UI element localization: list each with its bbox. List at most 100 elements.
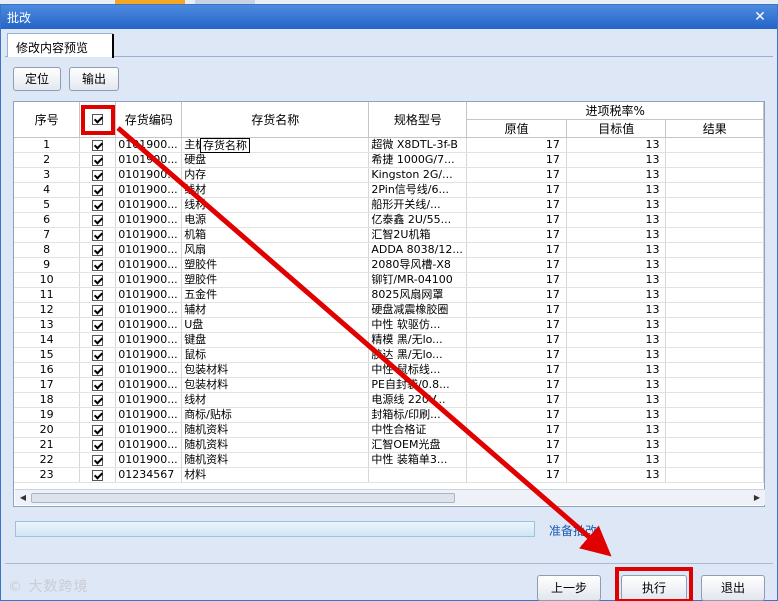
row-checkbox[interactable] — [92, 364, 104, 376]
header-name[interactable]: 存货名称 — [181, 102, 370, 138]
cell-name: 五金件 — [181, 287, 370, 303]
tab-modify-preview[interactable]: 修改内容预览 — [7, 33, 114, 58]
table-row[interactable]: 20 0101900... 随机资料 中性合格证 17 13 — [14, 422, 764, 438]
scroll-left-icon[interactable]: ◀ — [17, 492, 29, 504]
cell-select — [79, 272, 117, 288]
row-checkbox[interactable] — [92, 409, 104, 421]
row-checkbox[interactable] — [92, 439, 104, 451]
status-text: 准备批改 — [549, 524, 598, 538]
cell-target: 13 — [566, 332, 667, 348]
cell-select — [79, 137, 117, 153]
cell-result — [665, 272, 764, 288]
horizontal-scrollbar[interactable]: ◀ ▶ — [15, 489, 765, 505]
header-code[interactable]: 存货编码 — [115, 102, 183, 138]
scroll-right-icon[interactable]: ▶ — [751, 492, 763, 504]
cell-result — [665, 422, 764, 438]
cell-original: 17 — [466, 152, 567, 168]
cell-seq: 22 — [14, 452, 81, 468]
row-checkbox[interactable] — [92, 304, 104, 316]
header-select-all[interactable] — [79, 102, 117, 138]
table-row[interactable]: 12 0101900... 辅材 硬盘减震橡胶圈 17 13 — [14, 302, 764, 318]
cell-target: 13 — [566, 257, 667, 273]
header-seq[interactable]: 序号 — [14, 102, 81, 138]
table-row[interactable]: 1 0101900... 主板 超微 X8DTL-3f-B 17 13 — [14, 137, 764, 153]
cell-select — [79, 167, 117, 183]
row-checkbox[interactable] — [92, 229, 104, 241]
table-row[interactable]: 17 0101900... 包装材料 PE自封袋/0.8... 17 13 — [14, 377, 764, 393]
execute-highlight-box — [615, 567, 693, 601]
cell-target: 13 — [566, 272, 667, 288]
close-icon[interactable]: ✕ — [751, 8, 769, 26]
table-row[interactable]: 4 0101900... 线材 2Pin信号线/6... 17 13 — [14, 182, 764, 198]
row-checkbox[interactable] — [92, 454, 104, 466]
row-checkbox[interactable] — [92, 379, 104, 391]
table-row[interactable]: 23 01234567 材料 17 13 — [14, 467, 764, 483]
cell-select — [79, 242, 117, 258]
cell-select — [79, 287, 117, 303]
row-checkbox[interactable] — [92, 469, 104, 481]
row-checkbox[interactable] — [92, 394, 104, 406]
row-checkbox[interactable] — [92, 214, 104, 226]
header-spec[interactable]: 规格型号 — [368, 102, 468, 138]
watermark-logo: © 大数跨境 — [8, 579, 89, 595]
cell-result — [665, 467, 764, 483]
row-checkbox[interactable] — [92, 289, 104, 301]
table-row[interactable]: 6 0101900... 电源 亿泰鑫 2U/55... 17 13 — [14, 212, 764, 228]
scroll-thumb[interactable] — [31, 493, 455, 503]
select-all-checkbox[interactable] — [91, 113, 103, 125]
cell-original: 17 — [466, 227, 567, 243]
table-row[interactable]: 16 0101900... 包装材料 中性 鼠标线... 17 13 — [14, 362, 764, 378]
locate-button[interactable]: 定位 — [13, 67, 61, 91]
row-checkbox[interactable] — [92, 349, 104, 361]
previous-step-button[interactable]: 上一步 — [537, 575, 601, 601]
header-original[interactable]: 原值 — [466, 119, 567, 138]
cell-seq: 19 — [14, 407, 81, 423]
cell-code: 0101900... — [115, 257, 183, 273]
header-target[interactable]: 目标值 — [566, 119, 667, 138]
table-row[interactable]: 7 0101900... 机箱 汇智2U机箱 17 13 — [14, 227, 764, 243]
cell-target: 13 — [566, 182, 667, 198]
cell-result — [665, 347, 764, 363]
row-checkbox[interactable] — [92, 169, 104, 181]
exit-button[interactable]: 退出 — [701, 575, 765, 601]
table-row[interactable]: 18 0101900... 线材 电源线 220V... 17 13 — [14, 392, 764, 408]
cell-target: 13 — [566, 212, 667, 228]
table-row[interactable]: 11 0101900... 五金件 8025风扇网罩 17 13 — [14, 287, 764, 303]
row-checkbox[interactable] — [92, 184, 104, 196]
cell-target: 13 — [566, 422, 667, 438]
cell-select — [79, 227, 117, 243]
row-checkbox[interactable] — [92, 274, 104, 286]
table-row[interactable]: 15 0101900... 鼠标 胶达 黑/无lo... 17 13 — [14, 347, 764, 363]
cell-code: 0101900... — [115, 152, 183, 168]
cell-seq: 1 — [14, 137, 81, 153]
cell-result — [665, 437, 764, 453]
cell-seq: 18 — [14, 392, 81, 408]
table-row[interactable]: 19 0101900... 商标/贴标 封箱标/印刷... 17 13 — [14, 407, 764, 423]
cell-target: 13 — [566, 137, 667, 153]
row-checkbox[interactable] — [92, 424, 104, 436]
table-row[interactable]: 22 0101900... 随机资料 中性 装箱单3... 17 13 — [14, 452, 764, 468]
table-row[interactable]: 14 0101900... 键盘 精模 黑/无lo... 17 13 — [14, 332, 764, 348]
cell-name: 机箱 — [181, 227, 370, 243]
row-checkbox[interactable] — [92, 154, 104, 166]
table-row[interactable]: 10 0101900... 塑胶件 铆钉/MR-04100 17 13 — [14, 272, 764, 288]
cell-seq: 5 — [14, 197, 81, 213]
table-row[interactable]: 2 0101900... 硬盘 希捷 1000G/7... 17 13 — [14, 152, 764, 168]
row-checkbox[interactable] — [92, 334, 104, 346]
row-checkbox[interactable] — [92, 259, 104, 271]
export-button[interactable]: 输出 — [69, 67, 119, 91]
row-checkbox[interactable] — [92, 319, 104, 331]
column-tooltip: 存货名称 — [200, 138, 250, 153]
cell-select — [79, 197, 117, 213]
table-row[interactable]: 21 0101900... 随机资料 汇智OEM光盘 17 13 — [14, 437, 764, 453]
table-row[interactable]: 5 0101900... 线材 船形开关线/... 17 13 — [14, 197, 764, 213]
row-checkbox[interactable] — [92, 139, 104, 151]
table-row[interactable]: 13 0101900... U盘 中性 软驱仿... 17 13 — [14, 317, 764, 333]
table-row[interactable]: 3 0101900... 内存 Kingston 2G/... 17 13 — [14, 167, 764, 183]
row-checkbox[interactable] — [92, 199, 104, 211]
header-result[interactable]: 结果 — [665, 119, 764, 138]
table-row[interactable]: 9 0101900... 塑胶件 2080导风槽-X8 17 13 — [14, 257, 764, 273]
cell-original: 17 — [466, 422, 567, 438]
table-row[interactable]: 8 0101900... 风扇 ADDA 8038/12... 17 13 — [14, 242, 764, 258]
row-checkbox[interactable] — [92, 244, 104, 256]
